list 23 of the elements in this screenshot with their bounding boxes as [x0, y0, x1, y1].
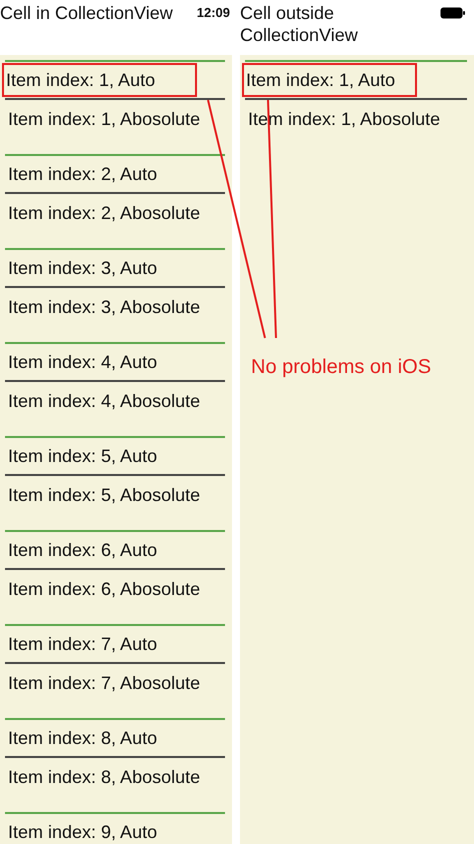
item-label: Item index: 4, Auto — [7, 351, 158, 374]
item-label: Item index: 5, Auto — [7, 445, 158, 468]
item-label: Item index: 7, Auto — [7, 633, 158, 656]
item-label: Item index: 5, Abosolute — [7, 484, 202, 507]
item-label: Item index: 6, Auto — [7, 539, 158, 562]
item-label: Item index: 3, Abosolute — [7, 296, 202, 319]
item-label: Item index: 1, Abosolute — [7, 108, 202, 131]
status-time: 12:09 — [196, 4, 230, 22]
annotation-text: No problems on iOS — [251, 356, 432, 379]
item-label: Item index: 1, Auto — [2, 63, 198, 97]
item-label: Item index: 2, Auto — [7, 163, 158, 186]
item-label: Item index: 4, Abosolute — [7, 390, 202, 413]
item-label: Item index: 3, Auto — [7, 257, 158, 280]
item-label: Item index: 2, Abosolute — [7, 202, 202, 225]
item-label: Item index: 7, Abosolute — [7, 672, 202, 695]
item-label: Item index: 9, Auto — [7, 821, 158, 844]
item-label: Item index: 1, Auto — [242, 63, 418, 97]
column-title: Cell in CollectionView — [0, 2, 173, 24]
item-label: Item index: 6, Abosolute — [7, 578, 202, 601]
item-label: Item index: 8, Abosolute — [7, 766, 202, 789]
column-title: Cell outside CollectionView — [240, 2, 359, 46]
item-label: Item index: 8, Auto — [7, 727, 158, 750]
battery-icon — [440, 7, 466, 19]
